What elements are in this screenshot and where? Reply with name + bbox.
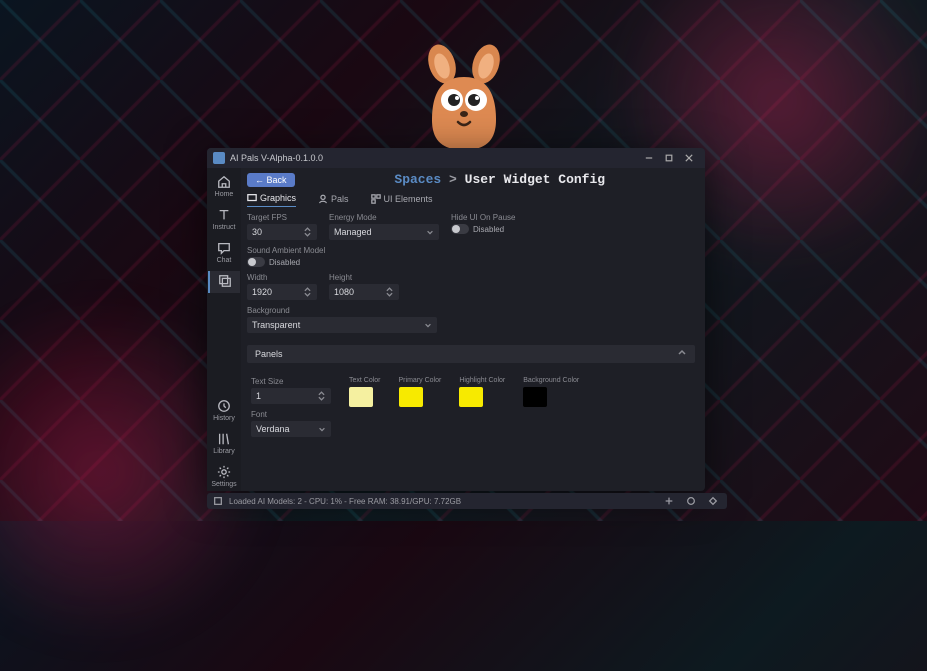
breadcrumb-link[interactable]: Spaces [394, 172, 441, 187]
chevron-down-icon [426, 228, 434, 236]
primary-color-label: Primary Color [399, 377, 442, 384]
sidebar-label: Instruct [213, 224, 236, 231]
sidebar-label: History [213, 415, 235, 422]
app-icon [213, 152, 225, 164]
tab-pals[interactable]: Pals [318, 193, 349, 207]
chevron-down-icon [318, 425, 326, 433]
mascot-character [414, 42, 514, 152]
status-text: Loaded AI Models: 2 - CPU: 1% - Free RAM… [229, 497, 461, 506]
home-icon [217, 175, 231, 189]
pals-icon [318, 194, 328, 204]
chat-icon [217, 241, 231, 255]
width-label: Width [247, 273, 317, 282]
sidebar-item-library[interactable]: Library [208, 429, 240, 458]
statusbar: Loaded AI Models: 2 - CPU: 1% - Free RAM… [207, 493, 727, 509]
maximize-button[interactable] [659, 150, 679, 166]
text-color-swatch[interactable] [349, 387, 373, 407]
tabs: Graphics Pals UI Elements [247, 193, 695, 207]
gear-icon [217, 465, 231, 479]
status-action-2[interactable] [683, 495, 699, 507]
sound-ambient-label: Sound Ambient Model [247, 246, 325, 255]
library-icon [217, 432, 231, 446]
status-action-3[interactable] [705, 495, 721, 507]
font-select[interactable]: Verdana [251, 421, 331, 437]
minimize-button[interactable] [639, 150, 659, 166]
sound-ambient-toggle[interactable] [247, 257, 265, 267]
font-label: Font [251, 410, 331, 419]
background-color-swatch[interactable] [523, 387, 547, 407]
display-icon [247, 193, 257, 203]
energy-mode-select[interactable]: Managed [329, 224, 439, 240]
background-color-label: Background Color [523, 377, 579, 384]
history-icon [217, 399, 231, 413]
close-button[interactable] [679, 150, 699, 166]
ui-icon [371, 194, 381, 204]
sidebar-item-home[interactable]: Home [208, 172, 240, 201]
titlebar: AI Pals V-Alpha-0.1.0.0 [207, 148, 705, 168]
sidebar-label: Settings [211, 481, 236, 488]
target-fps-label: Target FPS [247, 213, 317, 222]
sidebar-label: Home [215, 191, 234, 198]
sidebar-item-chat[interactable]: Chat [208, 238, 240, 267]
height-input[interactable]: 1080 [329, 284, 399, 300]
text-color-label: Text Color [349, 377, 381, 384]
hide-ui-toggle[interactable] [451, 224, 469, 234]
sidebar-item-spaces[interactable] [208, 271, 240, 293]
sidebar: Home Instruct Chat History Library [207, 168, 241, 491]
energy-mode-label: Energy Mode [329, 213, 439, 222]
chip-icon [213, 496, 223, 506]
window-title: AI Pals V-Alpha-0.1.0.0 [230, 153, 323, 163]
hide-ui-label: Hide UI On Pause [451, 213, 515, 222]
status-action-1[interactable] [661, 495, 677, 507]
primary-color-swatch[interactable] [399, 387, 423, 407]
app-window: AI Pals V-Alpha-0.1.0.0 Home Instruct Ch… [207, 148, 705, 491]
background-select[interactable]: Transparent [247, 317, 437, 333]
breadcrumb-current: User Widget Config [465, 172, 605, 187]
layers-icon [218, 274, 232, 288]
chevron-up-icon [677, 348, 687, 360]
panels-accordion-header[interactable]: Panels [247, 345, 695, 363]
width-input[interactable]: 1920 [247, 284, 317, 300]
highlight-color-label: Highlight Color [459, 377, 505, 384]
main-panel: ← Back Spaces > User Widget Config Graph… [241, 168, 705, 491]
back-button[interactable]: ← Back [247, 173, 295, 187]
text-icon [217, 208, 231, 222]
chevron-down-icon [424, 321, 432, 329]
background-label: Background [247, 306, 437, 315]
sidebar-item-history[interactable]: History [208, 396, 240, 425]
sidebar-item-settings[interactable]: Settings [208, 462, 240, 491]
breadcrumb: Spaces > User Widget Config [305, 172, 695, 187]
target-fps-input[interactable]: 30 [247, 224, 317, 240]
sidebar-item-instruct[interactable]: Instruct [208, 205, 240, 234]
height-label: Height [329, 273, 399, 282]
tab-ui-elements[interactable]: UI Elements [371, 193, 433, 207]
tab-graphics[interactable]: Graphics [247, 193, 296, 207]
sidebar-label: Chat [217, 257, 232, 264]
highlight-color-swatch[interactable] [459, 387, 483, 407]
sidebar-label: Library [213, 448, 234, 455]
text-size-input[interactable]: 1 [251, 388, 331, 404]
text-size-label: Text Size [251, 377, 331, 386]
